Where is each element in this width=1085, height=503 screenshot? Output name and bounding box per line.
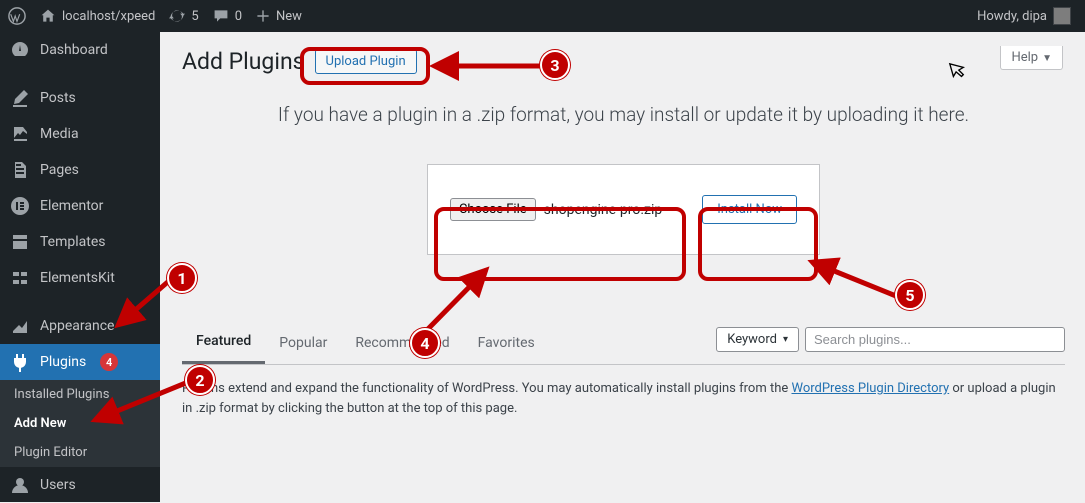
- updates-count: 5: [191, 9, 198, 24]
- updates-link[interactable]: 5: [169, 8, 198, 24]
- site-home[interactable]: localhost/xpeed: [40, 8, 155, 24]
- site-name: localhost/xpeed: [62, 9, 155, 24]
- howdy-text: Howdy, dipa: [977, 9, 1047, 24]
- new-content[interactable]: New: [256, 9, 302, 24]
- annotation-arrows: [0, 0, 1085, 502]
- new-label: New: [276, 9, 302, 24]
- wp-logo[interactable]: [8, 7, 26, 25]
- howdy-user[interactable]: Howdy, dipa: [977, 7, 1071, 25]
- comments-count: 0: [235, 9, 242, 24]
- admin-bar: localhost/xpeed 5 0 New Howdy, dipa: [0, 0, 1085, 32]
- avatar: [1053, 7, 1071, 25]
- comments-link[interactable]: 0: [213, 8, 242, 24]
